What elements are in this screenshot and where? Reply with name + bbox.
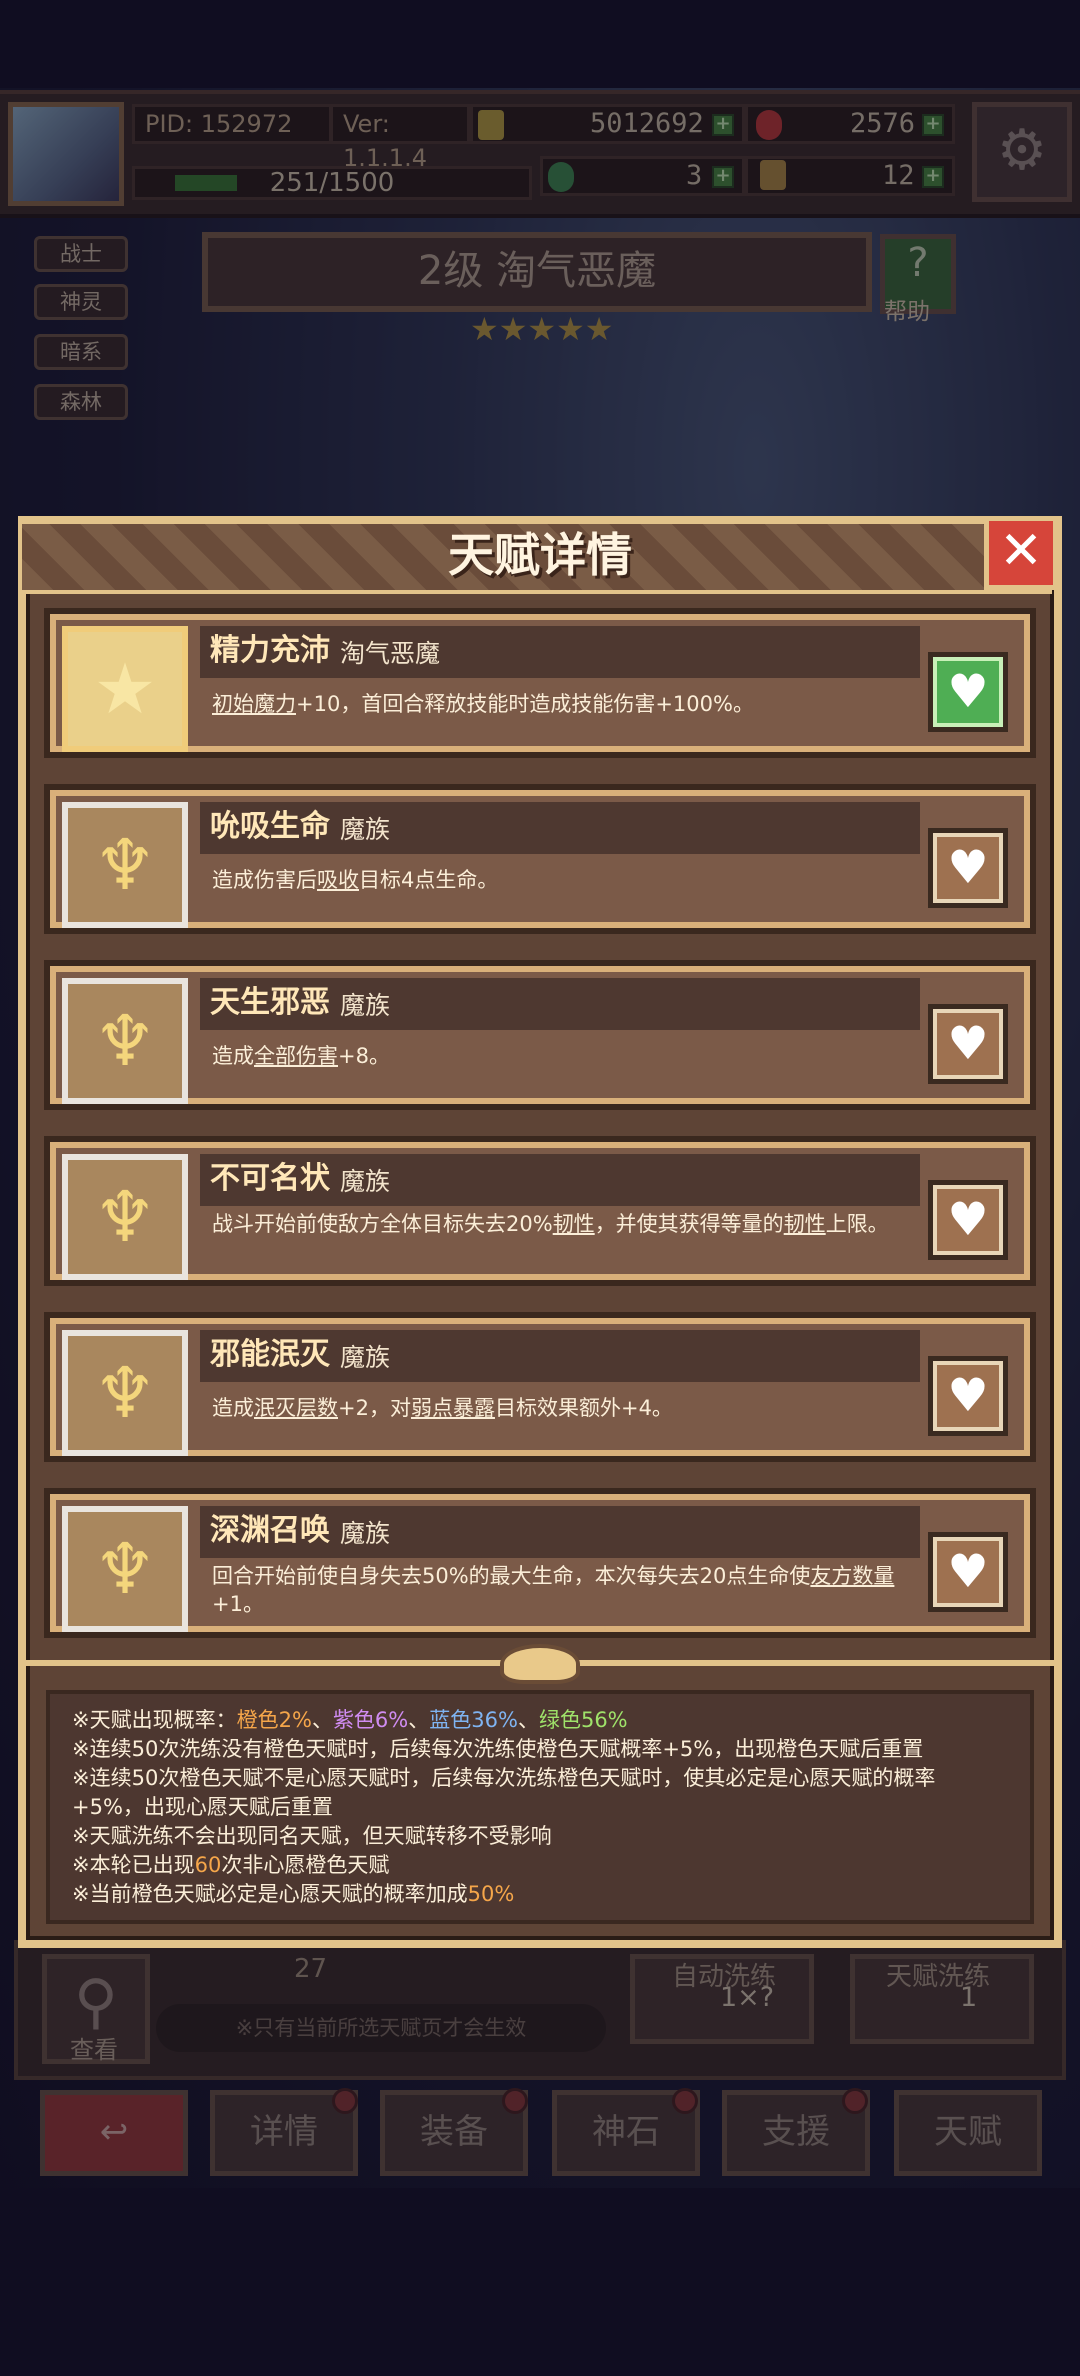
- sep-3: 、: [517, 1708, 539, 1732]
- info-probability-line: ※天赋出现概率：橙色2%、紫色6%、蓝色36%、绿色56%: [72, 1706, 628, 1735]
- info-line-2: ※连续50次洗练没有橙色天赋时，后续每次洗练使橙色天赋概率+5%，出现橙色天赋后…: [72, 1737, 924, 1761]
- talent-race: 魔族: [340, 1519, 391, 1548]
- info-line-3b: +5%，出现心愿天赋后重置: [72, 1795, 333, 1819]
- talent-name: 邪能泯灭: [210, 1337, 330, 1372]
- heart-icon: ♥: [947, 1368, 989, 1422]
- talent-card[interactable]: ♆ 天生邪恶 魔族造成全部伤害+8。 ♥: [44, 960, 1036, 1110]
- talent-desc-pre: 造成: [212, 1044, 254, 1068]
- talent-race: 魔族: [340, 1343, 391, 1372]
- talent-name: 精力充沛: [210, 633, 330, 668]
- talent-desc-keyword[interactable]: 初始魔力: [212, 692, 296, 716]
- prob-purple: 紫色6%: [332, 1708, 409, 1732]
- talent-description: 战斗开始前使敌方全体目标失去20%韧性，并使其获得等量的韧性上限。: [212, 1212, 889, 1236]
- info-line-6-num: 50%: [467, 1882, 515, 1906]
- wish-heart-button[interactable]: ♥: [928, 828, 1008, 908]
- sep-1: 、: [311, 1708, 333, 1732]
- talent-description: 造成伤害后吸收目标4点生命。: [212, 866, 912, 894]
- talent-desc-post: +10，首回合释放技能时造成技能伤害+100%。: [296, 692, 754, 716]
- wish-heart-button[interactable]: ♥: [928, 1004, 1008, 1084]
- talent-name: 天生邪恶: [210, 985, 330, 1020]
- talent-card[interactable]: ★ 精力充沛 淘气恶魔初始魔力+10，首回合释放技能时造成技能伤害+100%。 ♥: [44, 608, 1036, 758]
- talent-description: 回合开始前使自身失去50%的最大生命，本次每失去20点生命使友方数量+1。: [212, 1564, 895, 1616]
- info-line-3a: ※连续50次橙色天赋不是心愿天赋时，后续每次洗练橙色天赋时，使其必定是心愿天赋的…: [72, 1766, 936, 1790]
- demon-talent-icon: ♆: [62, 802, 188, 928]
- talent-card[interactable]: ♆ 邪能泯灭 魔族造成泯灭层数+2，对弱点暴露目标效果额外+4。 ♥: [44, 1312, 1036, 1462]
- modal-title: 天赋详情: [448, 528, 632, 582]
- sep-2: 、: [408, 1708, 430, 1732]
- close-button[interactable]: ✕: [984, 516, 1058, 590]
- star-talent-icon: ★: [62, 626, 188, 752]
- talent-name: 吮吸生命: [210, 809, 330, 844]
- talent-card[interactable]: ♆ 深渊召唤 魔族回合开始前使自身失去50%的最大生命，本次每失去20点生命使友方数…: [44, 1488, 1036, 1638]
- info-line-5-post: 次非心愿橙色天赋: [221, 1853, 390, 1877]
- horned-crest-icon: ♆: [93, 824, 157, 906]
- info-line-5-pre: ※本轮已出现: [72, 1853, 195, 1877]
- talent-race: 魔族: [340, 991, 391, 1020]
- talent-name: 深渊召唤: [210, 1513, 330, 1548]
- prob-orange: 橙色2%: [236, 1708, 312, 1732]
- demon-talent-icon: ♆: [62, 1506, 188, 1632]
- wish-heart-button[interactable]: ♥: [928, 1180, 1008, 1260]
- talent-name: 不可名状: [210, 1161, 330, 1196]
- talent-desc-keyword[interactable]: 全部伤害: [254, 1044, 338, 1068]
- horned-crest-icon: ♆: [93, 1528, 157, 1610]
- talent-race: 淘气恶魔: [340, 639, 441, 668]
- heart-icon: ♥: [947, 1544, 989, 1598]
- talent-description: 造成泯灭层数+2，对弱点暴露目标效果额外+4。: [212, 1396, 673, 1420]
- talent-race: 魔族: [340, 1167, 391, 1196]
- talent-race: 魔族: [340, 815, 391, 844]
- talent-desc-post: +8。: [338, 1044, 390, 1068]
- info-prob-prefix: ※天赋出现概率：: [72, 1708, 237, 1732]
- demon-talent-icon: ♆: [62, 1330, 188, 1456]
- horned-crest-icon: ♆: [93, 1176, 157, 1258]
- wish-heart-button[interactable]: ♥: [928, 652, 1008, 732]
- demon-talent-icon: ♆: [62, 978, 188, 1104]
- divider-ornament-icon: [500, 1644, 580, 1684]
- prob-blue: 蓝色36%: [429, 1708, 518, 1732]
- heart-icon: ♥: [947, 1192, 989, 1246]
- horned-crest-icon: ♆: [93, 1000, 157, 1082]
- demon-talent-icon: ♆: [62, 1154, 188, 1280]
- star-icon: ★: [93, 648, 157, 730]
- wish-heart-button[interactable]: ♥: [928, 1532, 1008, 1612]
- info-line-4: ※天赋洗练不会出现同名天赋，但天赋转移不受影响: [72, 1824, 552, 1848]
- info-line-6-pre: ※当前橙色天赋必定是心愿天赋的概率加成: [72, 1882, 468, 1906]
- talent-desc-keyword[interactable]: 吸收: [317, 868, 359, 892]
- heart-icon: ♥: [947, 664, 989, 718]
- prob-green: 绿色56%: [538, 1708, 628, 1732]
- heart-icon: ♥: [947, 840, 989, 894]
- talent-desc-pre: 造成伤害后: [212, 868, 317, 892]
- horned-crest-icon: ♆: [93, 1352, 157, 1434]
- info-line-5-num: 60: [194, 1853, 222, 1877]
- talent-card[interactable]: ♆ 不可名状 魔族战斗开始前使敌方全体目标失去20%韧性，并使其获得等量的韧性上限。…: [44, 1136, 1036, 1286]
- talent-card[interactable]: ♆ 吮吸生命 魔族 造成伤害后吸收目标4点生命。 ♥: [44, 784, 1036, 934]
- info-line-5: ※本轮已出现60次非心愿橙色天赋: [72, 1851, 389, 1880]
- heart-icon: ♥: [947, 1016, 989, 1070]
- info-line-6: ※当前橙色天赋必定是心愿天赋的概率加成50%: [72, 1880, 514, 1909]
- talent-description: 初始魔力+10，首回合释放技能时造成技能伤害+100%。: [212, 690, 912, 718]
- talent-desc-post: 目标4点生命。: [359, 868, 499, 892]
- talent-description: 造成全部伤害+8。: [212, 1042, 912, 1070]
- wish-heart-button[interactable]: ♥: [928, 1356, 1008, 1436]
